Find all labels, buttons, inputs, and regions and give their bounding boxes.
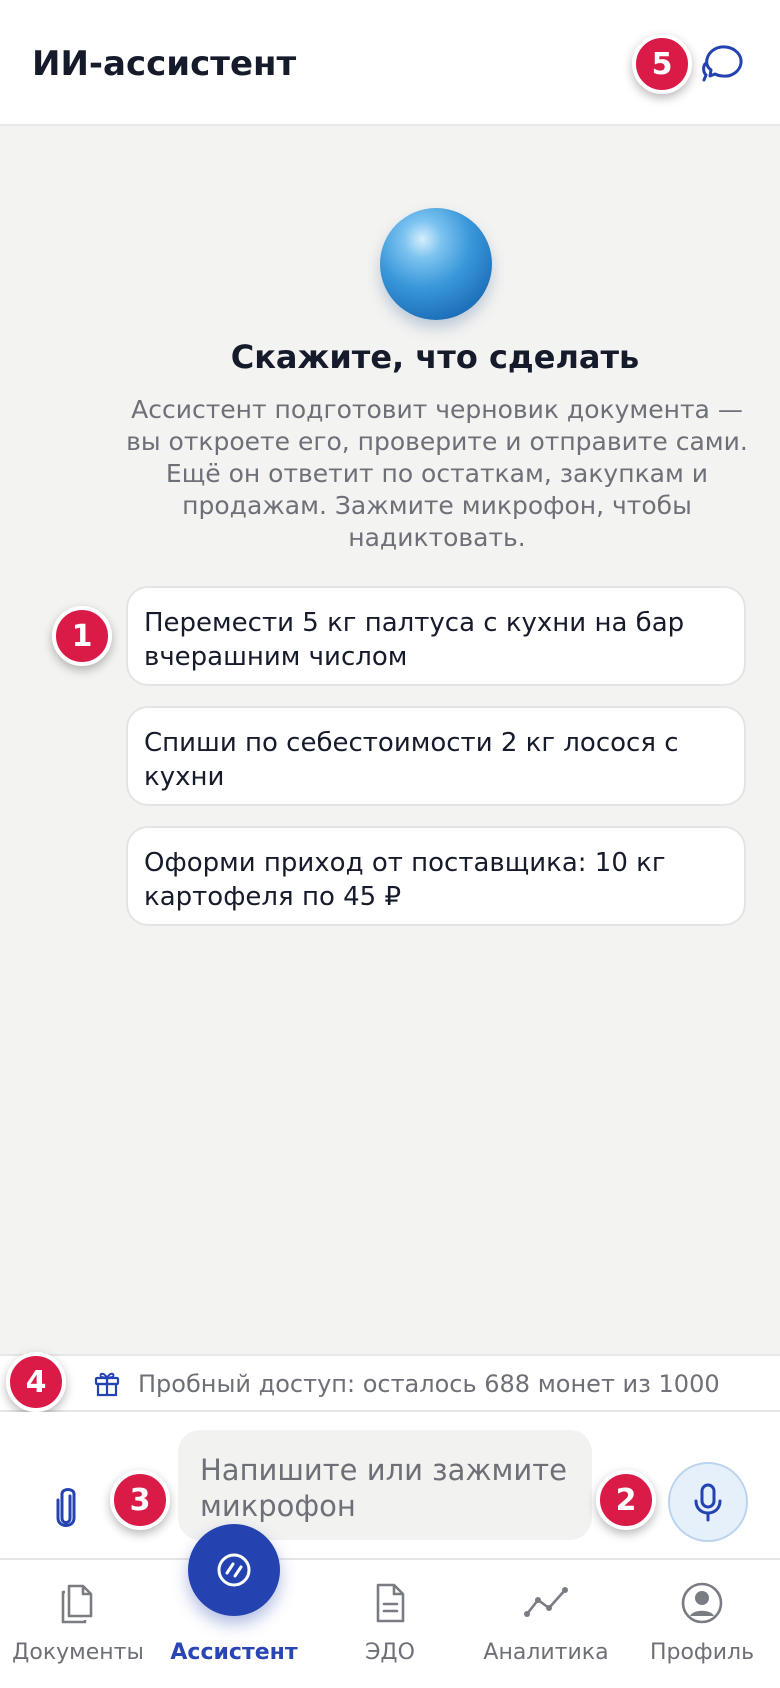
page-title: ИИ-ассистент	[32, 44, 297, 84]
annotation-badge-3: 3	[110, 1470, 170, 1530]
edo-document-icon	[376, 1583, 405, 1623]
assistant-orb	[380, 208, 492, 320]
tab-label: Документы	[12, 1640, 144, 1665]
app-header: ИИ-ассистент 5	[0, 0, 780, 126]
suggestion-chip[interactable]: Перемести 5 кг палтуса с кухни на бар вч…	[126, 586, 746, 686]
annotation-badge-1: 1	[52, 606, 112, 666]
trial-status-text: Пробный доступ: осталось 688 монет из 10…	[138, 1370, 720, 1398]
microphone-button[interactable]	[668, 1462, 748, 1542]
hero-description: Ассистент подготовит черновик документа …	[126, 395, 748, 552]
tab-analytics[interactable]: Аналитика	[478, 1560, 614, 1688]
documents-icon	[61, 1584, 93, 1624]
assistant-fab[interactable]	[188, 1524, 280, 1616]
profile-icon	[681, 1582, 723, 1624]
gift-icon	[94, 1372, 120, 1397]
bottom-tab-bar: Документы Ассистент ЭДО Аналитика Профил…	[0, 1558, 780, 1688]
tab-documents[interactable]: Документы	[10, 1560, 146, 1688]
tab-label: ЭДО	[365, 1640, 415, 1665]
paperclip-icon[interactable]	[48, 1484, 84, 1532]
hero-title: Скажите, что сделать	[230, 338, 640, 376]
annotation-badge-2: 2	[596, 1470, 656, 1530]
input-placeholder: Напишите или зажмите микрофон	[200, 1453, 567, 1523]
microphone-icon	[694, 1483, 722, 1522]
tab-label: Профиль	[649, 1640, 755, 1665]
analytics-icon	[524, 1587, 568, 1617]
annotation-badge-5: 5	[632, 34, 692, 94]
assistant-icon	[217, 1553, 251, 1587]
tab-label: Аналитика	[483, 1640, 609, 1665]
tab-edo[interactable]: ЭДО	[322, 1560, 458, 1688]
suggestion-chip[interactable]: Спиши по себестоимости 2 кг лосося с кух…	[126, 706, 746, 806]
tab-label: Ассистент	[170, 1640, 298, 1665]
suggestion-text: Спиши по себестоимости 2 кг лосося с кух…	[144, 728, 679, 792]
suggestion-text: Оформи приход от поставщика: 10 кг карто…	[144, 848, 666, 912]
suggestion-chip[interactable]: Оформи приход от поставщика: 10 кг карто…	[126, 826, 746, 926]
tab-profile[interactable]: Профиль	[634, 1560, 770, 1688]
annotation-badge-4: 4	[6, 1352, 66, 1412]
suggestion-text: Перемести 5 кг палтуса с кухни на бар вч…	[144, 608, 685, 672]
trial-access-bar[interactable]: Пробный доступ: осталось 688 монет из 10…	[0, 1354, 780, 1412]
chat-history-icon[interactable]	[700, 40, 748, 88]
